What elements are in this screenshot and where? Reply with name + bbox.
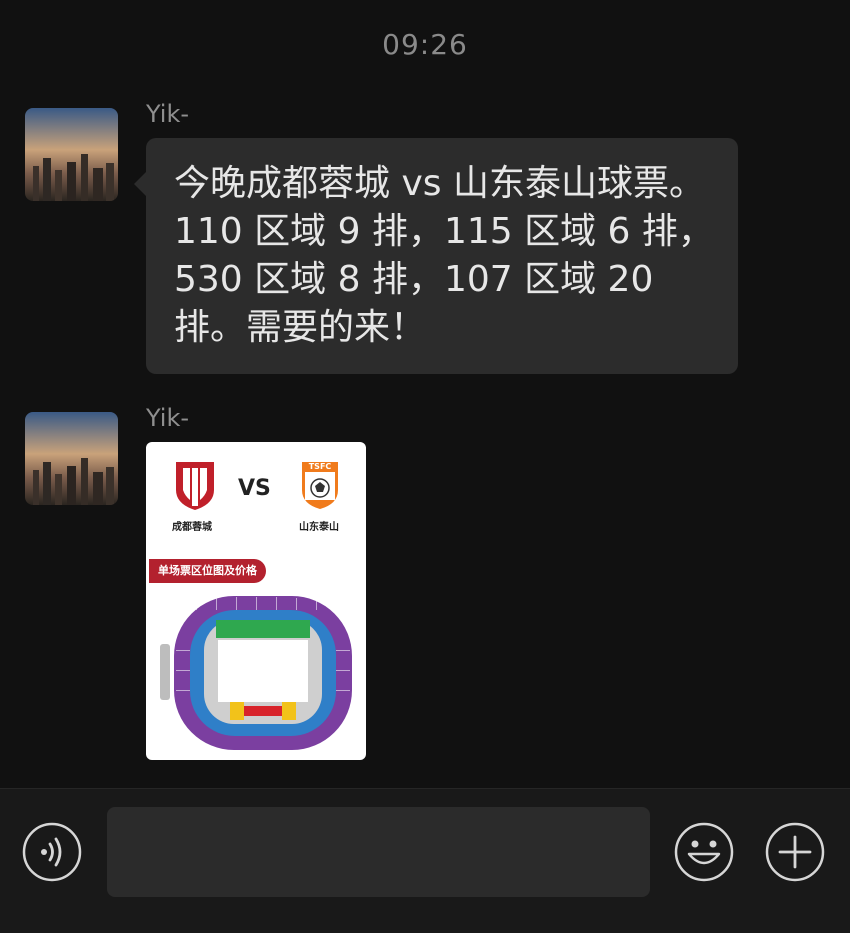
away-team-name: 山东泰山 [299,522,339,533]
plus-icon[interactable] [765,822,825,882]
vs-label: VS [238,476,271,501]
avatar[interactable] [25,412,118,505]
chengdu-rongcheng-logo-icon [176,462,214,510]
timestamp: 09:26 [382,28,468,61]
voice-icon[interactable] [22,822,82,882]
message-text: 今晚成都蓉城 vs 山东泰山球票。110 区域 9 排，115 区域 6 排，5… [174,163,714,348]
message-bubble[interactable]: 今晚成都蓉城 vs 山东泰山球票。110 区域 9 排，115 区域 6 排，5… [134,138,738,374]
away-logo-text: TSFC [308,462,332,471]
home-team-name: 成都蓉城 [172,522,212,533]
emoji-icon[interactable] [674,822,734,882]
input-bar [0,788,850,933]
sender-name: Yik- [146,100,190,128]
message-input[interactable] [107,807,650,897]
price-banner: 单场票区位图及价格 [149,559,266,583]
stadium-seat-map [160,596,352,750]
image-message[interactable]: 成都蓉城 VS TSFC 山东泰山 单场票区位图及价格 [146,442,366,760]
sender-name: Yik- [146,404,190,432]
avatar[interactable] [25,108,118,201]
